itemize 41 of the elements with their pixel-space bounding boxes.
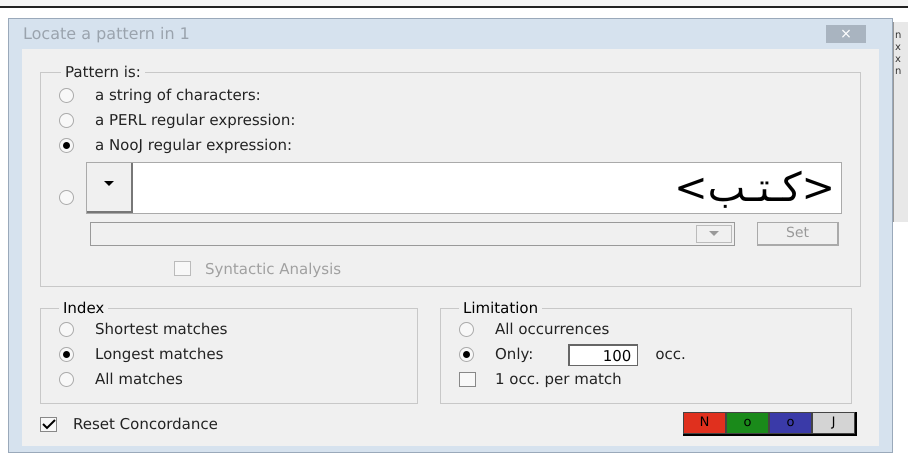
checkbox-label: Reset Concordance — [73, 414, 218, 435]
text-fragment: x — [895, 42, 902, 54]
color-button[interactable]: o — [726, 412, 769, 434]
radio-button[interactable] — [59, 190, 74, 204]
option-label: a string of characters: — [95, 85, 261, 106]
group-title: Index — [62, 298, 106, 319]
color-button[interactable]: o — [769, 412, 812, 434]
text-fragment: n — [895, 30, 902, 42]
radio-button[interactable] — [59, 347, 74, 362]
radio-button[interactable] — [459, 347, 474, 362]
group-title: Pattern is: — [64, 62, 142, 83]
option-label: a NooJ regular expression: — [95, 135, 292, 156]
option-label: All matches — [95, 369, 183, 390]
window-title: Locate a pattern in 1 — [23, 23, 190, 45]
caret-icon — [104, 180, 114, 186]
group-title: Limitation — [462, 298, 540, 319]
checkbox[interactable] — [40, 416, 57, 432]
color-button[interactable]: N — [683, 412, 726, 434]
radio-button[interactable] — [459, 322, 474, 337]
color-button[interactable]: J — [812, 412, 855, 434]
radio-button[interactable] — [59, 322, 74, 337]
expression-field[interactable]: <كـتـب> — [86, 162, 842, 214]
count-field[interactable]: 100 — [568, 344, 638, 366]
dropdown-button[interactable] — [87, 162, 133, 212]
option-label: a PERL regular expression: — [95, 110, 296, 132]
option-label: All occurrences — [495, 319, 610, 340]
expression-text: <كـتـب> — [673, 164, 836, 212]
unit-label: occ. — [655, 344, 686, 366]
text-fragment: x — [895, 54, 902, 66]
option-label: Longest matches — [95, 344, 224, 366]
radio-button[interactable] — [59, 138, 74, 153]
checkbox[interactable] — [459, 372, 476, 387]
text-fragment: n — [895, 66, 902, 78]
checkbox-label: 1 occ. per match — [495, 369, 622, 390]
checkbox-label: Syntactic Analysis — [205, 258, 342, 280]
option-label: Shortest matches — [95, 319, 228, 340]
radio-button[interactable] — [59, 113, 74, 128]
option-label: Only: — [495, 344, 534, 366]
radio-button[interactable] — [59, 88, 74, 103]
radio-button[interactable] — [59, 372, 74, 387]
caret-icon — [709, 231, 719, 236]
